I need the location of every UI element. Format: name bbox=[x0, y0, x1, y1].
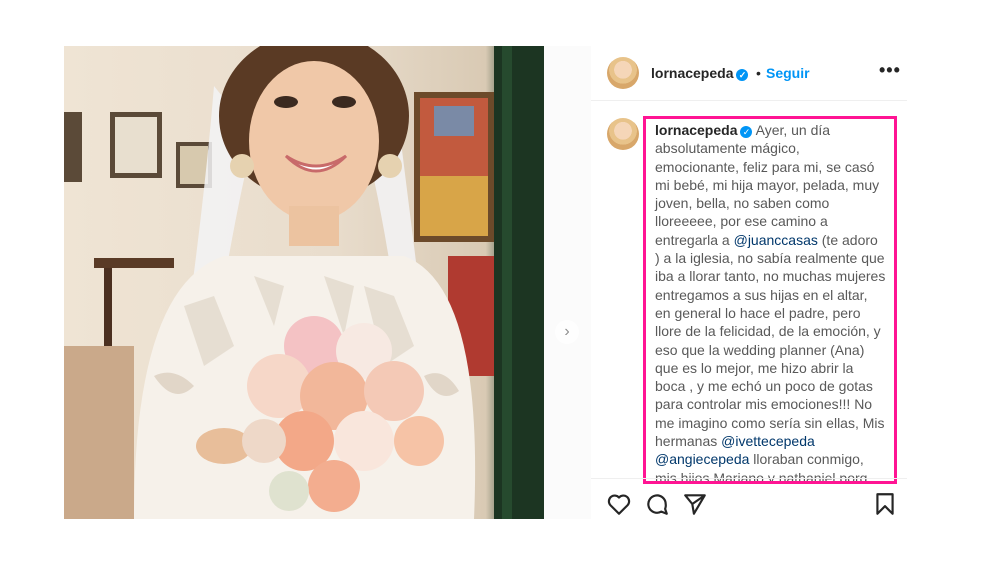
next-photo-button[interactable]: › bbox=[555, 320, 579, 344]
caption-highlight-box: lornacepeda ✓ Ayer, un día absolutamente … bbox=[643, 116, 897, 484]
post-username[interactable]: lornacepeda ✓ bbox=[651, 65, 749, 81]
verified-badge-icon: ✓ bbox=[736, 69, 749, 81]
bride-photo-illustration bbox=[64, 46, 591, 519]
caption-text: lornacepeda ✓ Ayer, un día absolutamente … bbox=[655, 121, 886, 481]
caption-part-2: (te adoro ) a la iglesia, no sabía realm… bbox=[655, 231, 886, 450]
more-options-icon[interactable]: ••• bbox=[879, 60, 901, 81]
mention-juanccasas[interactable]: @juanccasas bbox=[734, 232, 818, 248]
post-side-panel: lornacepeda ✓ • Seguir ••• lornacepeda ✓ A… bbox=[591, 46, 907, 519]
verified-badge-icon: ✓ bbox=[740, 126, 753, 138]
comment-icon[interactable] bbox=[644, 491, 670, 517]
post-actions bbox=[591, 478, 907, 520]
username-text[interactable]: lornacepeda bbox=[651, 65, 733, 81]
chevron-right-icon: › bbox=[564, 323, 570, 340]
share-icon[interactable] bbox=[682, 491, 708, 517]
bookmark-icon[interactable] bbox=[872, 491, 898, 517]
caption-username[interactable]: lornacepeda bbox=[655, 122, 737, 138]
avatar[interactable] bbox=[607, 57, 639, 89]
post-header: lornacepeda ✓ • Seguir ••• bbox=[591, 46, 907, 101]
mention-angiecepeda[interactable]: @angiecepeda bbox=[655, 451, 749, 467]
separator-dot: • bbox=[756, 65, 761, 81]
follow-button[interactable]: Seguir bbox=[766, 65, 810, 81]
instagram-post: › lornacepeda ✓ • Seguir ••• lornacepeda ✓… bbox=[64, 46, 907, 519]
heart-icon[interactable] bbox=[606, 491, 632, 517]
mention-ivettecepeda[interactable]: @ivettecepeda bbox=[721, 433, 815, 449]
caption-avatar[interactable] bbox=[607, 118, 639, 150]
caption-part-1: Ayer, un día absolutamente mágico, emoci… bbox=[655, 122, 880, 248]
post-photo[interactable]: › bbox=[64, 46, 591, 519]
